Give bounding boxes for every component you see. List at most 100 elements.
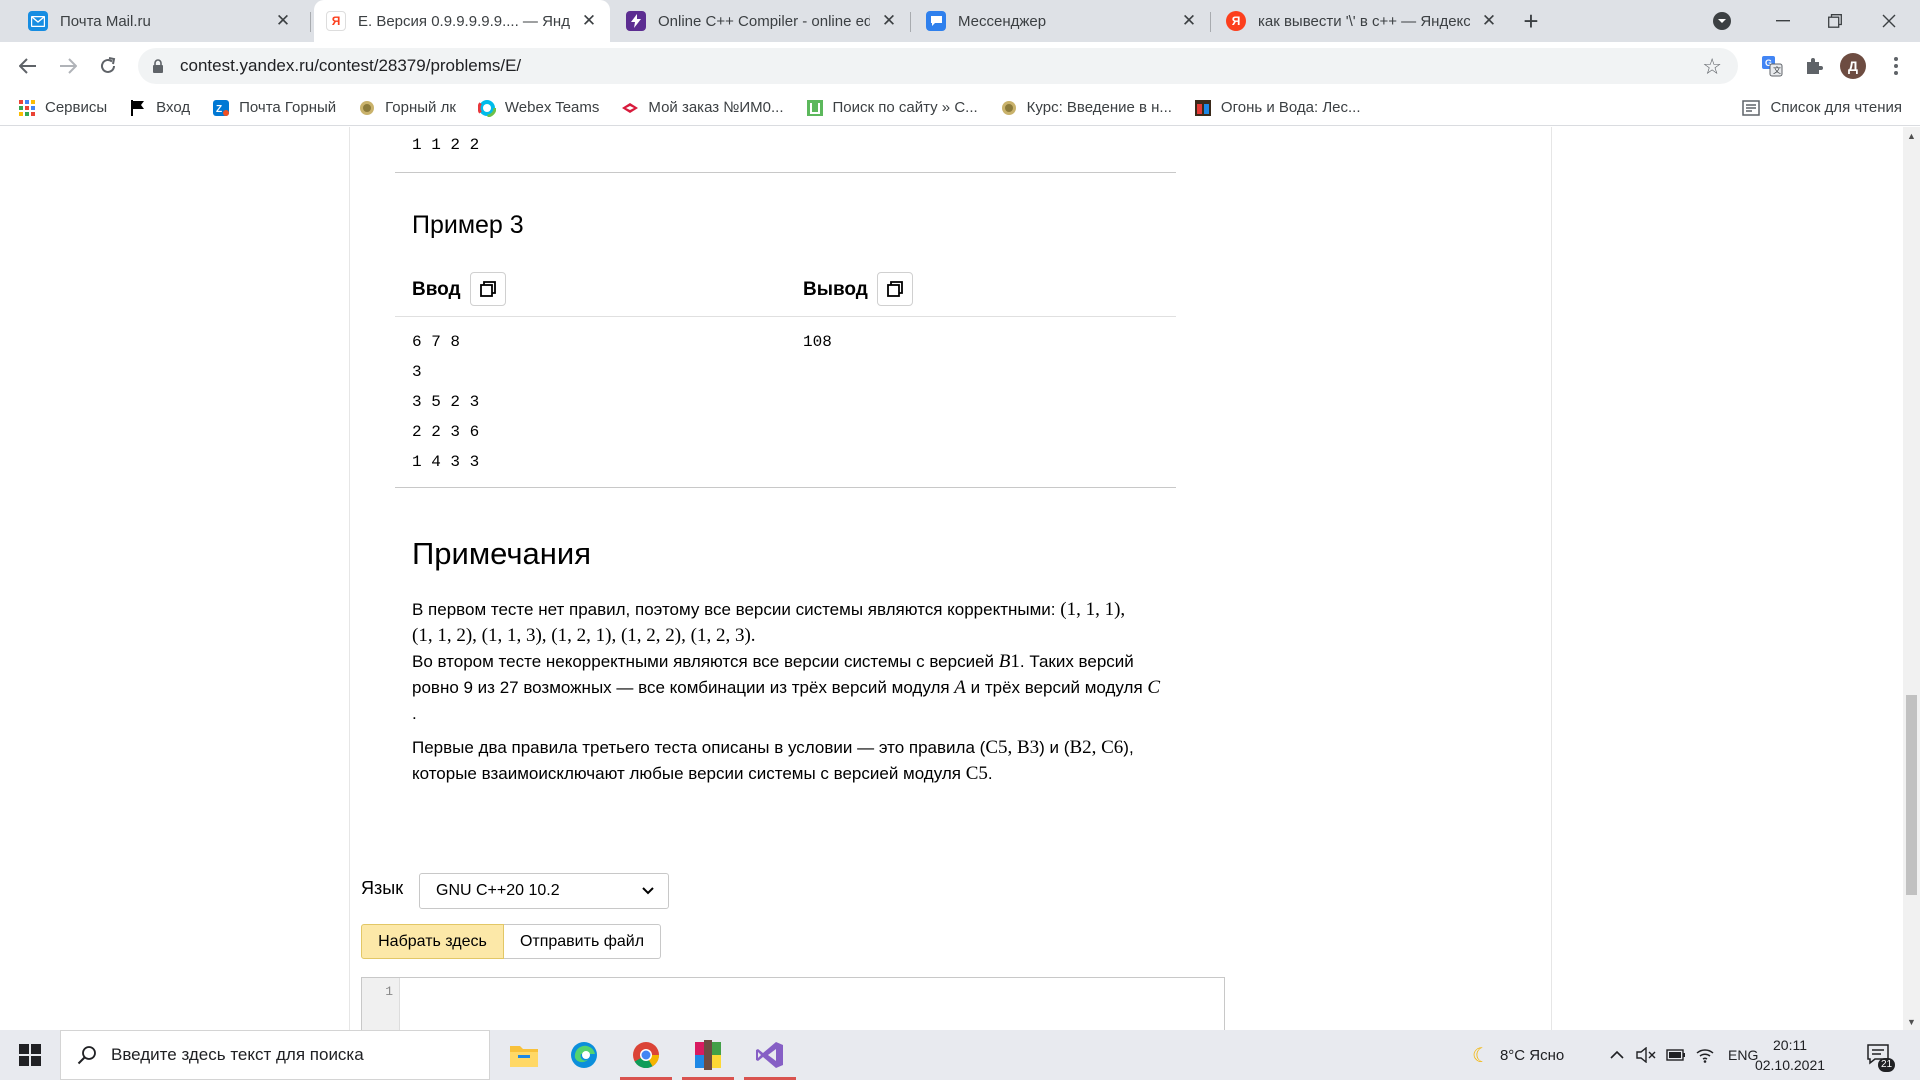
taskbar-search-input[interactable]: Введите здесь текст для поиска xyxy=(60,1030,490,1080)
edge-browser-icon[interactable] xyxy=(554,1030,614,1080)
copy-input-button[interactable] xyxy=(470,272,506,306)
math-var: B xyxy=(998,651,1011,672)
bookmark-login[interactable]: Вход xyxy=(129,99,190,117)
math-rule: B2, C6 xyxy=(1069,737,1124,758)
notes-paragraph-1: В первом тесте нет правил, поэтому все в… xyxy=(412,597,1202,727)
visual-studio-icon[interactable] xyxy=(740,1030,800,1080)
type-here-button[interactable]: Набрать здесь xyxy=(361,924,504,959)
notes-text: ровно 9 из 27 возможных — все комбинации… xyxy=(412,678,955,697)
language-label: Язык xyxy=(361,878,404,898)
tab-cpp-compiler[interactable]: Online C++ Compiler - online ed ✕ xyxy=(614,0,910,42)
tab-search-chevron-icon[interactable] xyxy=(1704,0,1740,42)
lightning-favicon-icon xyxy=(626,11,646,31)
notification-badge: 21 xyxy=(1878,1058,1896,1072)
wifi-icon[interactable] xyxy=(1696,1030,1714,1080)
bookmark-mail-gorny[interactable]: Z Почта Горный xyxy=(212,99,336,117)
webex-icon xyxy=(477,98,496,117)
notes-text: . Таких версий xyxy=(1019,652,1134,671)
windows-start-icon[interactable] xyxy=(0,1030,60,1080)
close-icon[interactable]: ✕ xyxy=(1180,11,1198,30)
scrollbar-thumb[interactable] xyxy=(1906,695,1917,895)
input-line: 3 5 2 3 xyxy=(412,393,480,411)
kebab-menu-icon[interactable] xyxy=(1884,54,1908,78)
speaker-muted-icon[interactable] xyxy=(1636,1030,1656,1080)
search-placeholder: Введите здесь текст для поиска xyxy=(111,1045,364,1064)
crest-icon xyxy=(1001,100,1016,115)
scroll-down-arrow-icon[interactable]: ▼ xyxy=(1903,1013,1920,1030)
language-select[interactable]: GNU C++20 10.2 xyxy=(419,873,669,909)
tab-title: E. Версия 0.9.9.9.9.9.... — Яндекс xyxy=(358,12,570,30)
profile-avatar[interactable]: Д xyxy=(1840,53,1866,79)
notes-text: Во втором тесте некорректными являются в… xyxy=(412,652,999,671)
system-clock[interactable]: 20:11 02.10.2021 xyxy=(1752,1035,1828,1075)
close-icon[interactable]: ✕ xyxy=(274,11,292,30)
notes-text: Первые два правила третьего теста описан… xyxy=(412,738,986,757)
bookmark-course[interactable]: Курс: Введение в н... xyxy=(1000,99,1172,117)
bookmark-webex[interactable]: Webex Teams xyxy=(477,98,599,117)
divider xyxy=(395,316,1176,317)
reading-list-icon xyxy=(1742,99,1761,116)
code-editor[interactable]: 1 xyxy=(361,977,1225,1030)
bookmark-order[interactable]: Мой заказ №ИМ0... xyxy=(621,99,784,117)
notification-center[interactable]: 21 xyxy=(1866,1030,1896,1080)
extensions-puzzle-icon[interactable] xyxy=(1802,54,1826,78)
back-arrow-icon[interactable] xyxy=(12,50,44,82)
bookmark-label: Вход xyxy=(156,99,191,116)
close-icon[interactable]: ✕ xyxy=(880,11,898,30)
copy-output-button[interactable] xyxy=(877,272,913,306)
winrar-icon[interactable] xyxy=(678,1030,738,1080)
output-label: Вывод xyxy=(803,279,868,300)
reload-icon[interactable] xyxy=(92,50,124,82)
bookmark-site-search[interactable]: Поиск по сайту » С... xyxy=(806,99,978,117)
tab-title: Online C++ Compiler - online ed xyxy=(658,12,870,30)
reading-list-button[interactable]: Список для чтения xyxy=(1742,99,1902,116)
bookmark-label: Сервисы xyxy=(45,99,108,116)
restore-icon[interactable] xyxy=(1812,0,1858,42)
bookmark-services[interactable]: Сервисы xyxy=(18,99,107,117)
order-icon xyxy=(622,102,639,113)
tab-title: Мессенджер xyxy=(958,12,1047,30)
tray-chevron-icon[interactable] xyxy=(1610,1030,1624,1080)
clock-date: 02.10.2021 xyxy=(1754,1057,1826,1073)
forward-arrow-icon[interactable] xyxy=(52,50,84,82)
content-left-border xyxy=(349,127,350,1030)
battery-icon[interactable] xyxy=(1666,1030,1686,1080)
math-tuple: (1, 1, 1), xyxy=(1060,599,1126,620)
url-text: contest.yandex.ru/contest/28379/problems… xyxy=(180,56,522,75)
tab-mail[interactable]: Почта Mail.ru ✕ xyxy=(16,0,304,42)
lock-icon[interactable] xyxy=(152,59,164,73)
scroll-up-arrow-icon[interactable]: ▲ xyxy=(1903,127,1920,144)
tab-yandex-search[interactable]: Я как вывести '\' в c++ — Яндекс ✕ xyxy=(1214,0,1510,42)
copy-icon xyxy=(480,281,496,297)
tab-yandex-contest[interactable]: Я E. Версия 0.9.9.9.9.9.... — Яндекс ✕ xyxy=(314,0,610,42)
tab-title: как вывести '\' в c++ — Яндекс xyxy=(1258,12,1470,30)
input-line: 3 xyxy=(412,363,422,381)
bookmark-star-icon[interactable]: ☆ xyxy=(1702,54,1722,80)
file-explorer-icon[interactable] xyxy=(494,1030,554,1080)
send-file-button[interactable]: Отправить файл xyxy=(504,924,661,959)
input-line: 1 4 3 3 xyxy=(412,453,480,471)
address-bar[interactable]: contest.yandex.ru/contest/28379/problems… xyxy=(138,48,1738,84)
translate-icon[interactable]: G文 xyxy=(1760,54,1784,78)
new-tab-plus-icon[interactable]: + xyxy=(1516,6,1546,36)
page-scrollbar[interactable]: ▲ ▼ xyxy=(1903,127,1920,1030)
minimize-icon[interactable] xyxy=(1760,0,1806,42)
math-tuples: (1, 1, 2), (1, 1, 3), (1, 2, 1), (1, 2, … xyxy=(412,625,756,646)
flag-icon xyxy=(131,99,145,116)
tab-messenger[interactable]: Мессенджер ✕ xyxy=(914,0,1210,42)
input-line: 2 2 3 6 xyxy=(412,423,480,441)
close-icon[interactable]: ✕ xyxy=(580,11,598,30)
bookmark-gorny-lk[interactable]: Горный лк xyxy=(358,99,456,117)
bookmark-fire-water[interactable]: Огонь и Вода: Лес... xyxy=(1194,99,1361,117)
close-icon[interactable]: ✕ xyxy=(1480,11,1498,30)
window-close-icon[interactable] xyxy=(1866,0,1912,42)
chevron-down-icon xyxy=(642,887,654,895)
bookmarks-bar: Сервисы Вход Z Почта Горный Горный лк We… xyxy=(0,90,1920,126)
language-value: GNU C++20 10.2 xyxy=(436,882,560,899)
tab-title: Почта Mail.ru xyxy=(60,12,151,30)
weather-widget[interactable]: ☾ 8°C Ясно xyxy=(1472,1030,1564,1080)
chrome-icon[interactable] xyxy=(616,1030,676,1080)
mail-favicon-icon xyxy=(28,11,48,31)
windows-taskbar: Введите здесь текст для поиска ☾ 8°C Ясн… xyxy=(0,1030,1920,1080)
divider xyxy=(395,487,1176,488)
